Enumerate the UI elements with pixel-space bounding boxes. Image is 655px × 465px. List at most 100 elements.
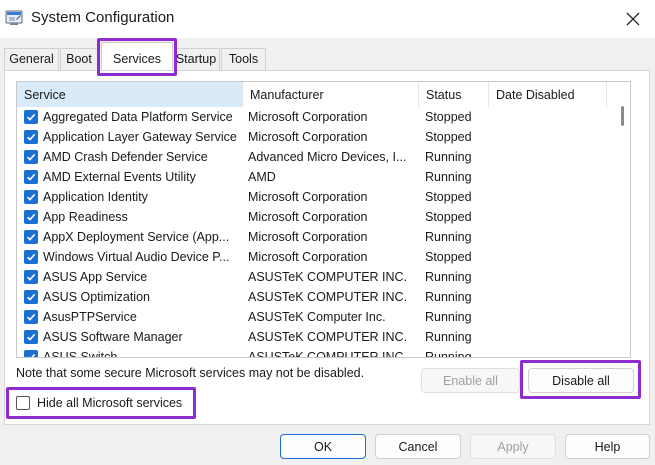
service-status: Stopped [425, 210, 472, 224]
checkmark-icon [26, 273, 36, 281]
column-header-manufacturer[interactable]: Manufacturer [243, 82, 419, 107]
scroll-thumb[interactable] [621, 106, 624, 126]
service-manufacturer: ASUSTeK Computer Inc. [248, 310, 386, 324]
hide-microsoft-services-label: Hide all Microsoft services [37, 396, 183, 410]
service-checkbox[interactable] [24, 110, 38, 124]
service-checkbox[interactable] [24, 270, 38, 284]
table-row[interactable]: App Readiness Microsoft Corporation Stoppe… [17, 207, 617, 227]
service-manufacturer: Microsoft Corporation [248, 130, 368, 144]
table-row[interactable]: ASUS Software Manager ASUSTeK COMPUTER IN… [17, 327, 617, 347]
service-manufacturer: Microsoft Corporation [248, 230, 368, 244]
service-checkbox[interactable] [24, 130, 38, 144]
service-status: Running [425, 270, 472, 284]
close-icon [626, 12, 640, 26]
service-status: Running [425, 170, 472, 184]
service-name: AppX Deployment Service (App... [43, 230, 230, 244]
service-checkbox[interactable] [24, 290, 38, 304]
service-name: ASUS Switch [43, 350, 118, 358]
service-name: AMD External Events Utility [43, 170, 196, 184]
service-manufacturer: Microsoft Corporation [248, 250, 368, 264]
service-status: Running [425, 290, 472, 304]
table-row[interactable]: Aggregated Data Platform Service Microsof… [17, 107, 617, 127]
secure-services-note: Note that some secure Microsoft services… [16, 366, 365, 380]
service-name: ASUS App Service [43, 270, 148, 284]
help-button[interactable]: Help [565, 434, 650, 459]
service-name: Application Identity [43, 190, 148, 204]
service-name: Aggregated Data Platform Service [43, 110, 233, 124]
tab-startup[interactable]: Startup [172, 48, 220, 70]
service-checkbox[interactable] [24, 310, 38, 324]
service-manufacturer: ASUSTeK COMPUTER INC. [248, 330, 408, 344]
service-checkbox[interactable] [24, 150, 38, 164]
window-title: System Configuration [31, 9, 175, 26]
tab-tools[interactable]: Tools [221, 48, 266, 70]
table-row[interactable]: AppX Deployment Service (App... Microsoft… [17, 227, 617, 247]
msconfig-icon [5, 10, 23, 25]
service-manufacturer: Microsoft Corporation [248, 210, 368, 224]
service-manufacturer: AMD [248, 170, 276, 184]
title-bar: System Configuration [0, 0, 655, 38]
service-manufacturer: Microsoft Corporation [248, 110, 368, 124]
table-row[interactable]: AsusPTPService ASUSTeK Computer Inc. Runni… [17, 307, 617, 327]
table-row[interactable]: AMD Crash Defender Service Advanced Micro… [17, 147, 617, 167]
service-name: Windows Virtual Audio Device P... [43, 250, 230, 264]
table-row[interactable]: ASUS Optimization ASUSTeK COMPUTER INC. Ru… [17, 287, 617, 307]
column-header-status[interactable]: Status [419, 82, 489, 107]
table-row[interactable]: Application Identity Microsoft Corporatio… [17, 187, 617, 207]
cancel-button[interactable]: Cancel [375, 434, 461, 459]
service-status: Stopped [425, 250, 472, 264]
checkmark-icon [26, 233, 36, 241]
table-row[interactable]: AMD External Events Utility AMD Running [17, 167, 617, 187]
table-row[interactable]: Application Layer Gateway Service Microso… [17, 127, 617, 147]
apply-button[interactable]: Apply [470, 434, 556, 459]
checkmark-icon [26, 333, 36, 341]
close-button[interactable] [621, 8, 645, 30]
checkmark-icon [26, 293, 36, 301]
scrollbar[interactable] [616, 82, 630, 357]
checkmark-icon [26, 313, 36, 321]
service-name: Application Layer Gateway Service [43, 130, 237, 144]
table-row[interactable]: ASUS Switch ASUSTeK COMPUTER INC. Running [17, 347, 617, 358]
tab-general[interactable]: General [4, 48, 59, 70]
service-checkbox[interactable] [24, 170, 38, 184]
checkmark-icon [26, 153, 36, 161]
hide-microsoft-services-checkbox[interactable] [16, 396, 30, 410]
service-checkbox[interactable] [24, 330, 38, 344]
service-name: ASUS Software Manager [43, 330, 183, 344]
checkmark-icon [26, 253, 36, 261]
service-manufacturer: ASUSTeK COMPUTER INC. [248, 350, 408, 358]
ok-button[interactable]: OK [280, 434, 366, 459]
service-checkbox[interactable] [24, 250, 38, 264]
service-name: AMD Crash Defender Service [43, 150, 208, 164]
service-status: Running [425, 330, 472, 344]
service-status: Running [425, 350, 472, 358]
service-name: ASUS Optimization [43, 290, 150, 304]
service-checkbox[interactable] [24, 230, 38, 244]
checkmark-icon [26, 213, 36, 221]
table-row[interactable]: Windows Virtual Audio Device P... Microso… [17, 247, 617, 267]
service-status: Running [425, 310, 472, 324]
service-checkbox[interactable] [24, 190, 38, 204]
enable-all-button[interactable]: Enable all [421, 368, 520, 393]
column-header-date-disabled[interactable]: Date Disabled [489, 82, 607, 107]
service-status: Stopped [425, 110, 472, 124]
hide-microsoft-services[interactable]: Hide all Microsoft services [16, 393, 196, 413]
column-header-service[interactable]: Service [17, 82, 243, 107]
checkmark-icon [26, 173, 36, 181]
service-name: App Readiness [43, 210, 128, 224]
service-manufacturer: Microsoft Corporation [248, 190, 368, 204]
service-status: Running [425, 230, 472, 244]
list-header: Service Manufacturer Status Date Disable… [17, 82, 630, 107]
tab-boot[interactable]: Boot [60, 48, 98, 70]
service-manufacturer: ASUSTeK COMPUTER INC. [248, 270, 408, 284]
tab-strip: General Boot Services Startup Tools [0, 38, 655, 72]
disable-all-button[interactable]: Disable all [528, 368, 634, 393]
checkmark-icon [26, 133, 36, 141]
tab-services[interactable]: Services [101, 42, 173, 72]
checkmark-icon [27, 353, 36, 357]
service-status: Running [425, 150, 472, 164]
table-row[interactable]: ASUS App Service ASUSTeK COMPUTER INC. Run… [17, 267, 617, 287]
services-list[interactable]: Service Manufacturer Status Date Disable… [16, 81, 631, 358]
service-checkbox[interactable] [24, 210, 38, 224]
service-checkbox[interactable] [24, 350, 38, 357]
